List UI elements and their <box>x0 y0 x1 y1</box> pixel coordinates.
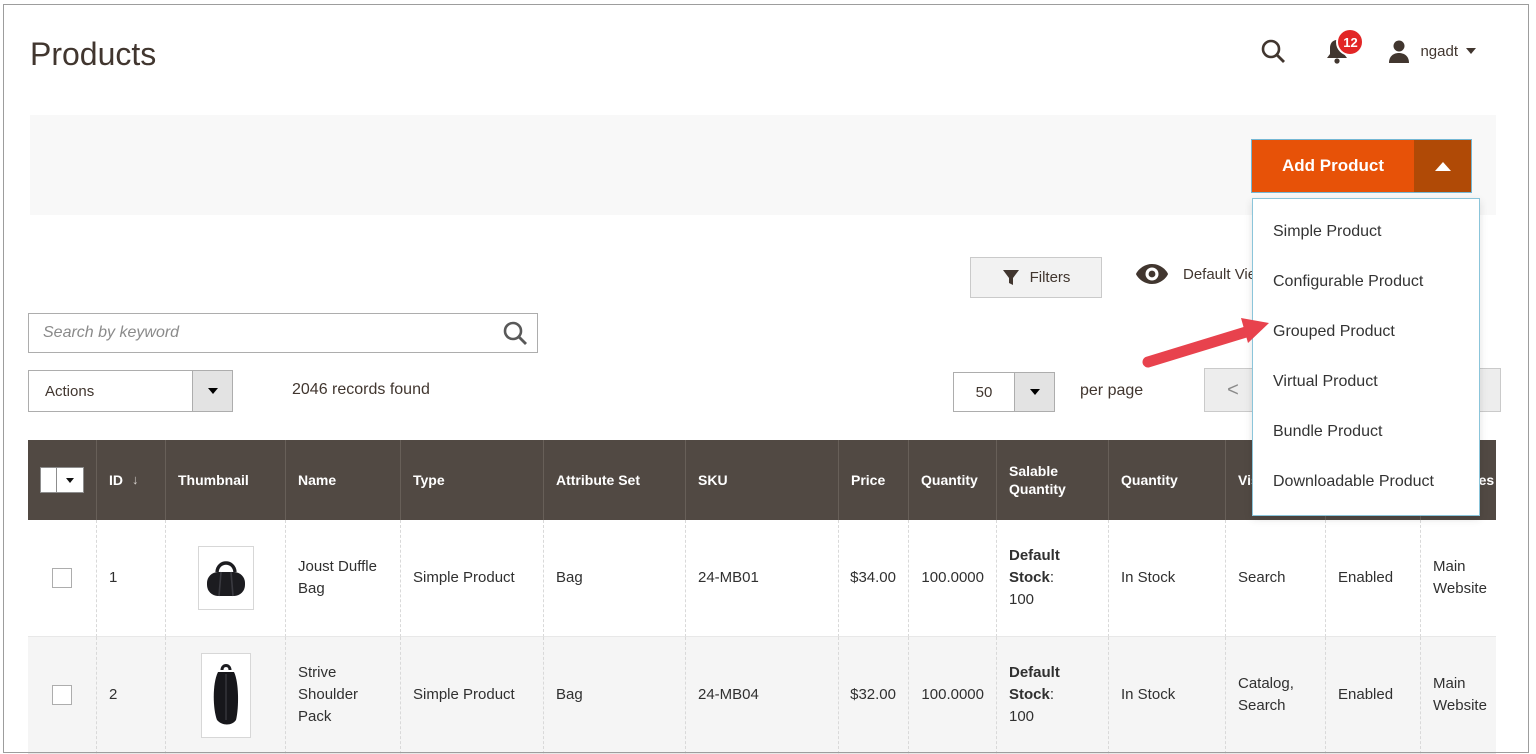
stock-sep: : <box>1050 569 1054 586</box>
add-product-label: Add Product <box>1282 156 1384 176</box>
page-title: Products <box>30 36 156 73</box>
per-page-label: per page <box>1080 382 1143 400</box>
column-header-sku[interactable]: SKU <box>685 440 838 520</box>
funnel-icon <box>1002 269 1020 287</box>
cell-sku: 24-MB01 <box>685 520 838 637</box>
row-select-cell <box>28 520 96 637</box>
cell-status: Enabled <box>1325 520 1420 637</box>
keyword-search-field <box>28 313 538 353</box>
cell-name: Strive Shoulder Pack <box>285 637 400 754</box>
cell-salable-quantity: Default Stock: 100 <box>996 637 1108 754</box>
notifications-button[interactable]: 12 <box>1322 36 1352 66</box>
global-search-icon[interactable] <box>1258 36 1288 66</box>
cell-websites: Main Website <box>1420 520 1496 637</box>
cell-salable-quantity: Default Stock: 100 <box>996 520 1108 637</box>
search-icon <box>502 320 528 346</box>
cell-visibility: Search <box>1225 520 1325 637</box>
cell-id: 2 <box>96 637 165 754</box>
cell-visibility: Catalog, Search <box>1225 637 1325 754</box>
shoulder-pack-image <box>208 662 244 728</box>
column-header-name[interactable]: Name <box>285 440 400 520</box>
cell-type: Simple Product <box>400 520 543 637</box>
menu-item-virtual-product[interactable]: Virtual Product <box>1253 357 1479 407</box>
column-header-id[interactable]: ID ↓ <box>96 440 165 520</box>
actions-select[interactable]: Actions <box>28 370 233 412</box>
row-select-cell <box>28 637 96 754</box>
cell-attribute-set: Bag <box>543 520 685 637</box>
duffle-bag-image <box>203 556 249 600</box>
eye-icon <box>1135 263 1169 285</box>
menu-item-bundle-product[interactable]: Bundle Product <box>1253 407 1479 457</box>
product-thumbnail <box>201 653 251 738</box>
column-header-quantity[interactable]: Quantity <box>908 440 996 520</box>
stock-sep: : <box>1050 686 1054 703</box>
product-thumbnail <box>198 546 254 610</box>
per-page-caret-icon <box>1014 373 1054 411</box>
cell-type: Simple Product <box>400 637 543 754</box>
actions-select-value: Actions <box>29 371 192 411</box>
cell-status: Enabled <box>1325 637 1420 754</box>
stock-qty: 100 <box>1009 589 1034 611</box>
username-label: ngadt <box>1420 43 1458 60</box>
filters-button[interactable]: Filters <box>970 257 1102 298</box>
cell-websites: Main Website <box>1420 637 1496 754</box>
add-product-button[interactable]: Add Product <box>1252 140 1414 192</box>
admin-header-actions: 12 ngadt <box>1258 36 1476 66</box>
per-page-value: 50 <box>954 373 1014 411</box>
cell-quantity: 100.0000 <box>908 637 996 754</box>
cell-thumbnail <box>165 637 285 754</box>
user-menu-caret-icon <box>1466 48 1476 54</box>
cell-attribute-set: Bag <box>543 637 685 754</box>
cell-id: 1 <box>96 520 165 637</box>
add-product-split-button: Add Product <box>1251 139 1472 193</box>
column-header-type[interactable]: Type <box>400 440 543 520</box>
cell-quantity: 100.0000 <box>908 520 996 637</box>
menu-item-downloadable-product[interactable]: Downloadable Product <box>1253 457 1479 507</box>
column-header-price[interactable]: Price <box>838 440 908 520</box>
add-product-toggle-button[interactable] <box>1414 140 1471 192</box>
admin-user-menu[interactable]: ngadt <box>1386 38 1476 64</box>
column-header-thumbnail[interactable]: Thumbnail <box>165 440 285 520</box>
column-header-id-label: ID <box>109 471 123 489</box>
menu-item-configurable-product[interactable]: Configurable Product <box>1253 257 1479 307</box>
actions-caret-icon <box>192 371 232 411</box>
stock-qty: 100 <box>1009 706 1034 728</box>
select-all-caret-icon <box>57 468 83 492</box>
select-all-checkbox[interactable] <box>41 468 57 492</box>
search-icon <box>1260 38 1286 64</box>
keyword-search-input[interactable] <box>29 324 493 342</box>
cell-quantity-per-source: In Stock <box>1108 520 1225 637</box>
column-header-salable-quantity[interactable]: Salable Quantity <box>996 440 1108 520</box>
column-header-quantity-per-source[interactable]: Quantity <box>1108 440 1225 520</box>
menu-item-grouped-product[interactable]: Grouped Product <box>1253 307 1479 357</box>
cell-quantity-per-source: In Stock <box>1108 637 1225 754</box>
previous-page-icon: < <box>1227 379 1239 402</box>
row-checkbox[interactable] <box>52 685 72 705</box>
menu-item-simple-product[interactable]: Simple Product <box>1253 207 1479 257</box>
select-all-header <box>28 440 96 520</box>
cell-sku: 24-MB04 <box>685 637 838 754</box>
add-product-type-menu: Simple Product Configurable Product Grou… <box>1252 198 1480 516</box>
per-page-select[interactable]: 50 <box>953 372 1055 412</box>
row-checkbox[interactable] <box>52 568 72 588</box>
cell-thumbnail <box>165 520 285 637</box>
user-icon <box>1386 38 1412 64</box>
select-all-control[interactable] <box>40 467 84 493</box>
sort-descending-icon: ↓ <box>132 471 139 489</box>
keyword-search-submit[interactable] <box>493 314 537 352</box>
column-header-attribute-set[interactable]: Attribute Set <box>543 440 685 520</box>
records-found-text: 2046 records found <box>292 381 430 399</box>
cell-price: $32.00 <box>838 637 908 754</box>
cell-price: $34.00 <box>838 520 908 637</box>
cell-name: Joust Duffle Bag <box>285 520 400 637</box>
caret-up-icon <box>1435 162 1451 171</box>
filters-label: Filters <box>1030 269 1071 286</box>
view-selector[interactable]: Default View <box>1135 263 1267 285</box>
notification-count-badge: 12 <box>1336 28 1364 56</box>
